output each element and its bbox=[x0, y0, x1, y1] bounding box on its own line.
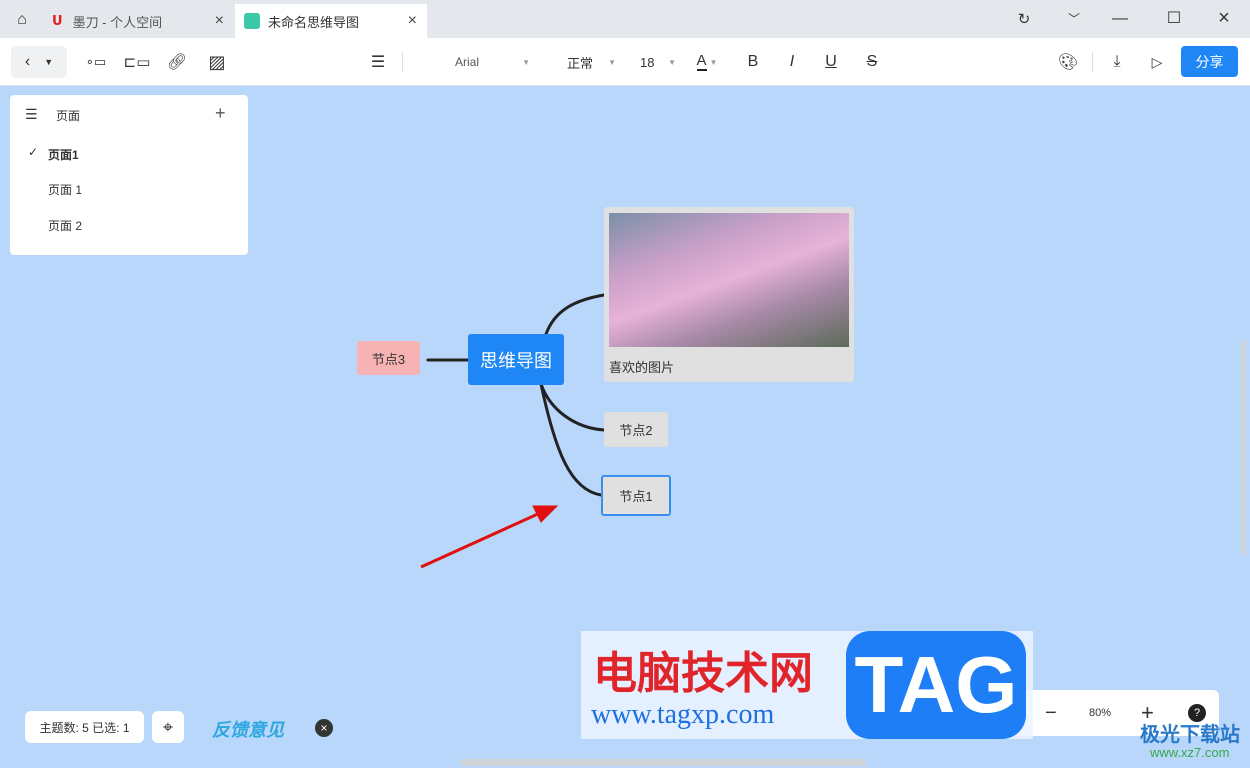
node-3[interactable]: 节点3 bbox=[357, 341, 420, 375]
zoom-level: 80% bbox=[1089, 707, 1112, 719]
watermark-site-url: www.xz7.com bbox=[1150, 745, 1230, 760]
feedback-link[interactable]: 反馈意见 bbox=[212, 716, 284, 742]
topic-count: 主题数: 5 已选: 1 bbox=[25, 711, 144, 743]
zoom-out-button[interactable]: − bbox=[1045, 702, 1057, 725]
watermark-text: 电脑技术网 bbox=[593, 648, 813, 699]
close-feedback-icon[interactable]: × bbox=[315, 719, 333, 737]
image-caption: 喜欢的图片 bbox=[609, 360, 675, 375]
node-1-selected[interactable]: 节点1 bbox=[601, 475, 671, 516]
watermark-tag: TAG bbox=[846, 631, 1026, 739]
image-node[interactable]: 喜欢的图片 bbox=[604, 207, 854, 382]
watermark-site: 极光下载站 bbox=[1140, 724, 1240, 746]
root-node[interactable]: 思维导图 bbox=[468, 334, 564, 385]
node-2[interactable]: 节点2 bbox=[604, 412, 668, 447]
landscape-image bbox=[609, 213, 849, 347]
red-arrow bbox=[420, 505, 559, 569]
horizontal-scrollbar[interactable] bbox=[461, 759, 866, 766]
watermark-tagxp: 电脑技术网 www.tagxp.com TAG bbox=[581, 631, 1033, 739]
vertical-scrollbar[interactable] bbox=[1241, 340, 1246, 555]
locate-center-button[interactable]: ⌖ bbox=[152, 711, 184, 743]
watermark-url: www.tagxp.com bbox=[591, 699, 775, 730]
connector-image bbox=[544, 293, 606, 336]
